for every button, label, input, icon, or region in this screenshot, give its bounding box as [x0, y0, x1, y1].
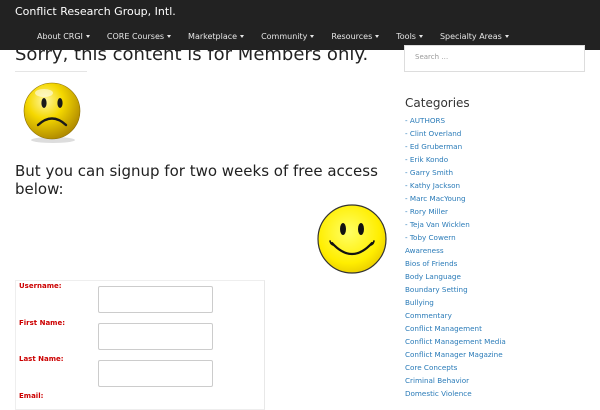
category-link[interactable]: - Marc MacYoung: [405, 192, 506, 205]
categories-heading: Categories: [405, 96, 470, 110]
members-only-heading: Sorry, this content is for Members only.: [15, 44, 369, 65]
last-name-label: Last Name:: [19, 355, 64, 363]
divider: [15, 71, 87, 72]
nav-label: Tools: [396, 32, 416, 41]
category-link[interactable]: Core Concepts: [405, 361, 506, 374]
categories-list: - AUTHORS - Clint Overland - Ed Gruberma…: [405, 114, 506, 400]
search-input[interactable]: Search …: [404, 45, 585, 72]
category-link[interactable]: - Teja Van Wicklen: [405, 218, 506, 231]
happy-face-icon: [317, 204, 387, 274]
site-brand[interactable]: Conflict Research Group, Intl.: [15, 5, 176, 18]
username-label: Username:: [19, 282, 62, 290]
nav-label: Specialty Areas: [439, 32, 502, 41]
sad-face-icon: [23, 82, 81, 143]
caret-down-icon: [418, 35, 423, 38]
category-link[interactable]: - Garry Smith: [405, 166, 506, 179]
nav-core-courses[interactable]: CORE Courses: [98, 28, 179, 45]
category-link[interactable]: - Toby Cowern: [405, 231, 506, 244]
username-input[interactable]: [98, 286, 213, 313]
caret-down-icon: [504, 35, 509, 38]
nav-label: Marketplace: [188, 32, 238, 41]
top-navbar: Conflict Research Group, Intl. About CRG…: [0, 0, 600, 50]
main-nav: About CRGI CORE Courses Marketplace Comm…: [28, 28, 517, 45]
category-link[interactable]: Domestic Violence: [405, 387, 506, 400]
category-link[interactable]: - Clint Overland: [405, 127, 506, 140]
nav-community[interactable]: Community: [252, 28, 322, 45]
category-link[interactable]: Conflict Manager Magazine: [405, 348, 506, 361]
signup-invitation: But you can signup for two weeks of free…: [15, 162, 378, 198]
nav-marketplace[interactable]: Marketplace: [179, 28, 252, 45]
category-link[interactable]: Bios of Friends: [405, 257, 506, 270]
category-link[interactable]: Criminal Behavior: [405, 374, 506, 387]
category-link[interactable]: Conflict Management: [405, 322, 506, 335]
category-link[interactable]: Commentary: [405, 309, 506, 322]
category-link[interactable]: Conflict Management Media: [405, 335, 506, 348]
nav-tools[interactable]: Tools: [387, 28, 431, 45]
first-name-label: First Name:: [19, 319, 66, 327]
nav-label: Resources: [331, 32, 373, 41]
category-link[interactable]: - Ed Gruberman: [405, 140, 506, 153]
email-label: Email:: [19, 392, 44, 400]
caret-down-icon: [310, 35, 315, 38]
nav-label: Community: [261, 32, 308, 41]
category-link[interactable]: - Rory Miller: [405, 205, 506, 218]
category-link[interactable]: Boundary Setting: [405, 283, 506, 296]
category-link[interactable]: - Kathy Jackson: [405, 179, 506, 192]
caret-down-icon: [167, 35, 172, 38]
nav-label: CORE Courses: [106, 32, 165, 41]
caret-down-icon: [85, 35, 90, 38]
first-name-input[interactable]: [98, 323, 213, 350]
nav-about-crgi[interactable]: About CRGI: [28, 28, 98, 45]
signup-form: Username: First Name: Last Name: Email:: [15, 280, 265, 410]
category-link[interactable]: Body Language: [405, 270, 506, 283]
nav-specialty-areas[interactable]: Specialty Areas: [431, 28, 517, 45]
last-name-input[interactable]: [98, 360, 213, 387]
category-link[interactable]: Bullying: [405, 296, 506, 309]
category-link[interactable]: - AUTHORS: [405, 114, 506, 127]
caret-down-icon: [375, 35, 380, 38]
nav-label: About CRGI: [37, 32, 83, 41]
caret-down-icon: [240, 35, 245, 38]
category-link[interactable]: Awareness: [405, 244, 506, 257]
nav-resources[interactable]: Resources: [322, 28, 387, 45]
search-placeholder: Search …: [415, 53, 449, 61]
category-link[interactable]: - Erik Kondo: [405, 153, 506, 166]
